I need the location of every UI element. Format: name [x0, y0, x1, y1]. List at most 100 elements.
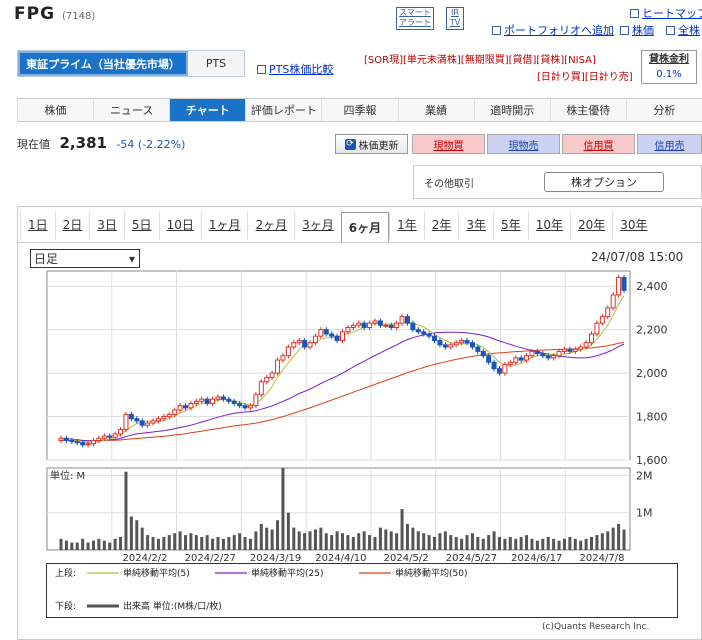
volume-bar [573, 538, 577, 550]
candle-body [399, 316, 405, 324]
volume-bar [200, 536, 204, 550]
candle-body [404, 316, 410, 324]
volume-bar [167, 535, 171, 550]
candle-body [199, 398, 205, 402]
volume-bar [416, 531, 420, 550]
candle-body [507, 361, 513, 365]
candle-body [145, 422, 151, 426]
volume-bar [465, 535, 469, 550]
volume-bar [470, 533, 474, 550]
ma5-line [60, 295, 625, 444]
candle-body [578, 346, 584, 350]
candle-body [594, 322, 600, 335]
candle-body [345, 326, 351, 333]
volume-bar [303, 533, 307, 550]
y-tick-label: 2,200 [636, 324, 668, 337]
volume-bar [297, 531, 301, 550]
volume-bar [346, 535, 350, 550]
volume-bar [449, 535, 453, 550]
volume-bar [254, 531, 258, 550]
candle-body [96, 437, 102, 441]
candle-body [437, 340, 443, 346]
y-tick-label: 2,000 [636, 367, 668, 380]
candle-body [123, 413, 129, 431]
copyright: (c)Quants Research Inc. [542, 622, 650, 632]
volume-bar [286, 512, 290, 550]
candle-body [118, 429, 124, 435]
volume-bar [357, 533, 361, 550]
candle-body [502, 363, 508, 374]
candle-body [372, 320, 378, 324]
candle-body [605, 307, 611, 318]
volume-bar [189, 533, 193, 550]
candle-body [518, 357, 524, 361]
volume-unit-label: 単位: M [50, 469, 85, 482]
candle-body [356, 322, 362, 326]
candle-body [410, 322, 416, 331]
candle-body [302, 340, 308, 348]
volume-bar [243, 536, 247, 550]
volume-bar [70, 542, 74, 550]
candle-body [90, 439, 96, 445]
volume-bar [519, 536, 523, 550]
candle-body [231, 400, 237, 405]
volume-bar [108, 542, 112, 550]
volume-bar [276, 520, 280, 550]
volume-bar [546, 536, 550, 550]
volume-bar [378, 527, 382, 550]
candle-body [529, 350, 535, 357]
candle-body [63, 437, 69, 441]
volume-bar [590, 536, 594, 550]
candle-body [285, 346, 291, 357]
volume-bar [595, 535, 599, 550]
candle-body [388, 324, 394, 328]
candle-body [383, 324, 389, 327]
volume-bar [194, 535, 198, 550]
volume-bar [579, 540, 583, 550]
volume-bar [91, 540, 95, 550]
volume-bar [514, 538, 518, 550]
candle-body [128, 413, 134, 420]
volume-bar [454, 536, 458, 550]
volume-bar [530, 538, 534, 550]
candle-body [107, 435, 113, 438]
volume-bar [281, 468, 285, 550]
chart-legend: 上段: 単純移動平均(5) 単純移動平均(25) 単純移動平均(50) 下段: … [46, 563, 678, 618]
volume-bar [568, 536, 572, 550]
candle-body [226, 398, 232, 402]
volume-bar [330, 535, 334, 550]
candle-body [513, 357, 519, 363]
candle-body [155, 418, 161, 422]
volume-bar [405, 523, 409, 550]
candle-body [421, 331, 427, 335]
volume-bar [535, 540, 539, 550]
candle-body [139, 420, 145, 426]
volume-bar [362, 531, 366, 550]
volume-bar [411, 527, 415, 550]
candle-body [85, 443, 91, 446]
candle-body [621, 277, 627, 291]
volume-bar [59, 538, 63, 550]
candle-body [161, 416, 167, 420]
candle-body [475, 346, 481, 352]
volume-bar [216, 536, 220, 550]
volume-bar [497, 536, 501, 550]
volume-bar [124, 471, 128, 550]
candle-body [556, 350, 562, 357]
candle-body [367, 322, 373, 328]
volume-bar [422, 533, 426, 550]
price-chart-svg: 2,4002,2002,0001,8001,6002M1M単位: M2024/2… [46, 270, 668, 564]
volume-bar [319, 527, 323, 550]
candle-body [210, 398, 216, 405]
volume-bar [308, 531, 312, 550]
volume-bar [395, 533, 399, 550]
volume-bar [481, 538, 485, 550]
volume-bar [102, 540, 106, 550]
candle-body [432, 335, 438, 342]
candle-body [572, 348, 578, 352]
candle-body [610, 294, 616, 309]
candle-body [545, 355, 551, 359]
candle-body [112, 433, 118, 438]
candle-body [264, 376, 270, 383]
candle-body [491, 361, 497, 370]
